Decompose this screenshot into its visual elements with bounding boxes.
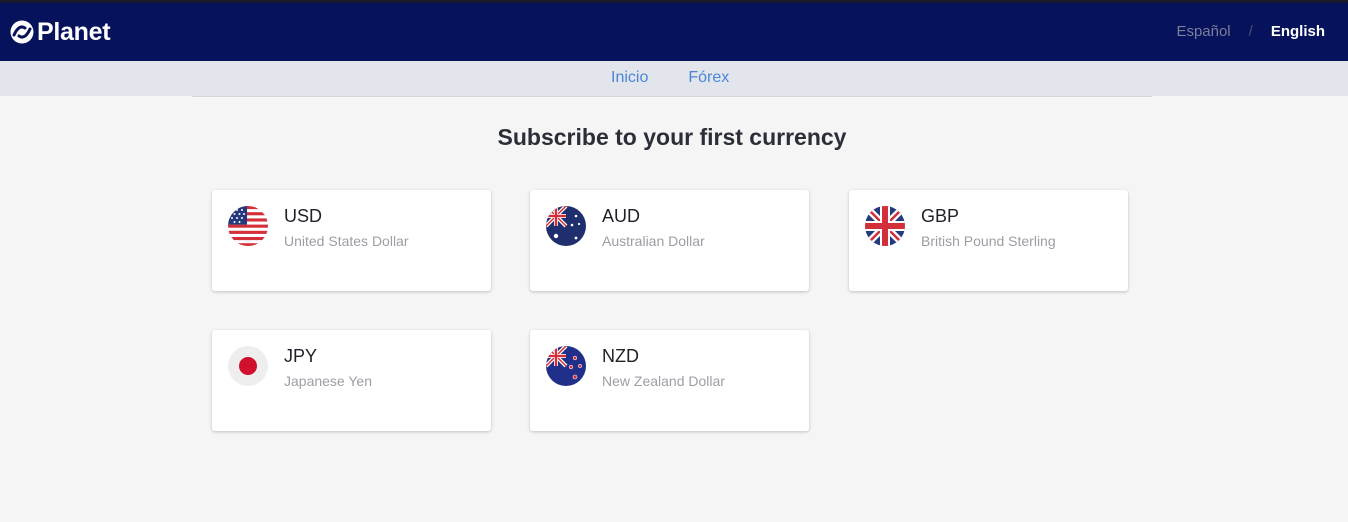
currency-card-gbp[interactable]: GBP British Pound Sterling [849, 190, 1128, 291]
nav-item-inicio[interactable]: Inicio [611, 69, 648, 87]
language-switcher: Español / English [1176, 23, 1325, 40]
logo-text: Planet [37, 18, 111, 46]
australia-flag-icon [546, 206, 586, 246]
japan-flag-icon [228, 346, 268, 386]
us-flag-icon [228, 206, 268, 246]
currency-code: NZD [602, 346, 639, 366]
currency-name: United States Dollar [284, 233, 409, 249]
header: Planet Español / English [0, 3, 1348, 61]
uk-flag-icon [865, 206, 905, 246]
currency-name: Australian Dollar [602, 233, 705, 249]
currency-code: GBP [921, 206, 960, 226]
currency-card-usd[interactable]: USD United States Dollar [212, 190, 491, 291]
currency-card-aud[interactable]: AUD Australian Dollar [530, 190, 809, 291]
language-espanol-link[interactable]: Español [1176, 23, 1230, 40]
new-zealand-flag-icon [546, 346, 586, 386]
nav-item-forex[interactable]: Fórex [688, 69, 729, 87]
currency-name: New Zealand Dollar [602, 373, 725, 389]
currency-card-nzd[interactable]: NZD New Zealand Dollar [530, 330, 809, 431]
logo[interactable]: Planet [10, 18, 111, 46]
currency-code: USD [284, 206, 323, 226]
planet-logo-icon [10, 20, 34, 44]
currency-name: Japanese Yen [284, 373, 372, 389]
language-english-link[interactable]: English [1271, 23, 1325, 40]
currency-name: British Pound Sterling [921, 233, 1056, 249]
language-separator: / [1248, 23, 1253, 40]
page-title: Subscribe to your first currency [497, 124, 847, 150]
sub-navigation: Inicio Fórex [0, 61, 1348, 96]
currency-code: JPY [284, 346, 318, 366]
divider [192, 96, 1152, 97]
currency-card-jpy[interactable]: JPY Japanese Yen [212, 330, 491, 431]
currency-code: AUD [602, 206, 641, 226]
